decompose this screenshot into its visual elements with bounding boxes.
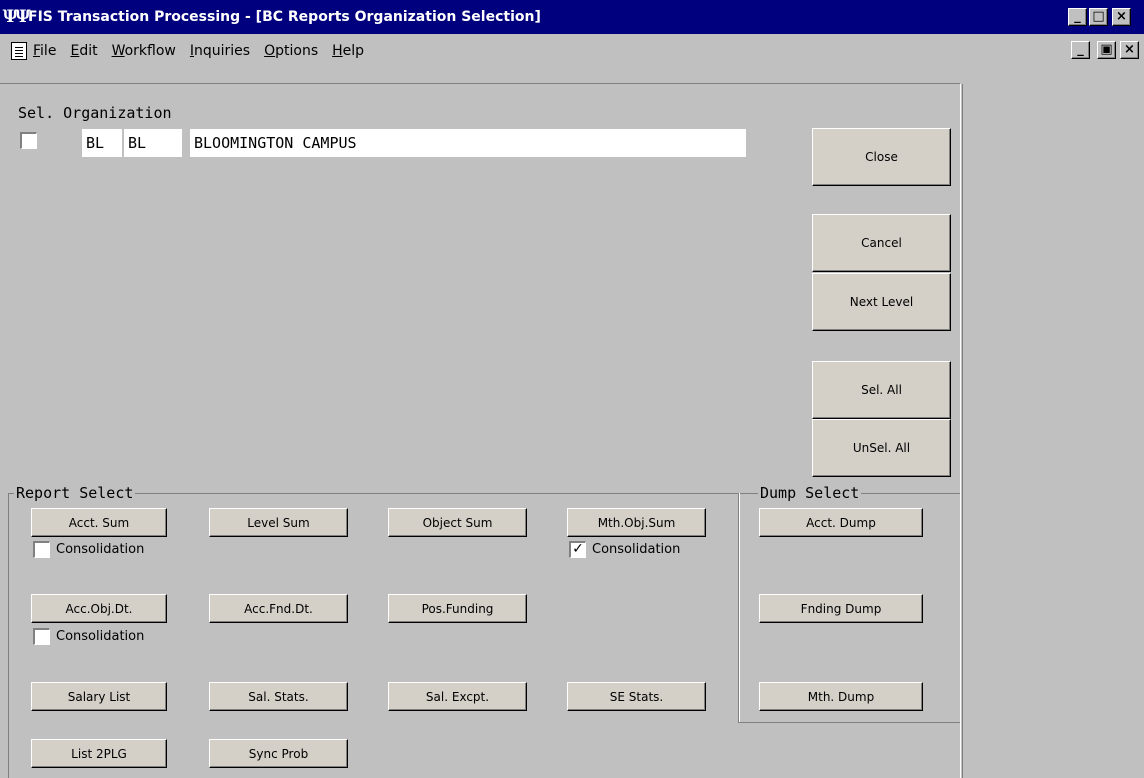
mth-obj-sum-consolidation[interactable]: ✓ Consolidation [569, 541, 680, 558]
mth-obj-sum-consolidation-checkbox[interactable]: ✓ [569, 541, 586, 558]
object-sum-button[interactable]: Object Sum [388, 508, 527, 537]
menu-workflow-mnemonic: W [111, 43, 125, 59]
organization-column-header: Sel. Organization [18, 104, 172, 122]
maximize-button[interactable]: □ [1089, 8, 1108, 26]
menu-workflow[interactable]: Workflow [112, 43, 176, 59]
menu-help-mnemonic: H [332, 43, 343, 59]
mdi-minimize-button[interactable]: _ [1071, 41, 1090, 59]
acct-sum-consolidation-label: Consolidation [56, 542, 145, 557]
salary-list-button[interactable]: Salary List [31, 682, 167, 711]
menu-edit-label: dit [79, 43, 98, 59]
menu-options[interactable]: Options [264, 43, 318, 59]
app-logo-icon[interactable]: ΨΨ [2, 7, 30, 27]
acc-obj-dt-consolidation-checkbox[interactable] [33, 628, 50, 645]
menu-inquiries-label: nquiries [194, 43, 251, 59]
org-chart-code: BL [82, 129, 122, 157]
menu-edit[interactable]: Edit [70, 43, 97, 59]
acct-sum-button[interactable]: Acct. Sum [31, 508, 167, 537]
dump-select-left-highlight [739, 493, 740, 723]
mth-dump-button[interactable]: Mth. Dump [759, 682, 923, 711]
acc-obj-dt-consolidation-label: Consolidation [56, 629, 145, 644]
org-name: BLOOMINGTON CAMPUS [190, 129, 746, 157]
menu-file-mnemonic: F [33, 43, 41, 59]
acc-fnd-dt-button[interactable]: Acc.Fnd.Dt. [209, 594, 348, 623]
minimize-button[interactable]: _ [1068, 8, 1087, 26]
mdi-restore-button[interactable]: ▣ [1097, 41, 1116, 59]
org-select-checkbox[interactable] [20, 132, 37, 149]
mth-obj-sum-button[interactable]: Mth.Obj.Sum [567, 508, 706, 537]
acct-sum-consolidation-checkbox[interactable] [33, 541, 50, 558]
dump-select-label: Dump Select [758, 484, 862, 502]
acct-sum-consolidation[interactable]: Consolidation [33, 541, 144, 558]
menu-options-label: ptions [275, 43, 319, 59]
sync-prob-button[interactable]: Sync Prob [209, 739, 348, 768]
unselect-all-button[interactable]: UnSel. All [812, 419, 951, 477]
menu-file[interactable]: File [33, 43, 56, 59]
menu-inquiries[interactable]: Inquiries [190, 43, 250, 59]
list-2plg-button[interactable]: List 2PLG [31, 739, 167, 768]
report-select-left-border [8, 493, 9, 778]
mdi-close-button[interactable]: × [1120, 41, 1139, 59]
menu-options-mnemonic: O [264, 43, 276, 59]
se-stats-button[interactable]: SE Stats. [567, 682, 706, 711]
acc-obj-dt-button[interactable]: Acc.Obj.Dt. [31, 594, 167, 623]
title-bar: ΨΨ FIS Transaction Processing - [BC Repo… [0, 0, 1144, 34]
window-title: FIS Transaction Processing - [BC Reports… [28, 9, 541, 25]
close-window-button[interactable]: × [1112, 8, 1131, 26]
sal-stats-button[interactable]: Sal. Stats. [209, 682, 348, 711]
menu-file-label: ile [40, 43, 57, 59]
close-button[interactable]: Close [812, 128, 951, 186]
acct-dump-button[interactable]: Acct. Dump [759, 508, 923, 537]
org-code: BL [124, 129, 182, 157]
menu-workflow-label: orkflow [124, 43, 176, 59]
pos-funding-button[interactable]: Pos.Funding [388, 594, 527, 623]
acc-obj-dt-consolidation[interactable]: Consolidation [33, 628, 144, 645]
dump-select-bottom-border [738, 722, 960, 723]
report-select-label: Report Select [14, 484, 136, 502]
mth-obj-sum-consolidation-label: Consolidation [592, 542, 681, 557]
level-sum-button[interactable]: Level Sum [209, 508, 348, 537]
document-icon[interactable] [11, 42, 27, 60]
fnding-dump-button[interactable]: Fnding Dump [759, 594, 923, 623]
select-all-button[interactable]: Sel. All [812, 361, 951, 419]
menu-help[interactable]: Help [332, 43, 364, 59]
menu-help-label: elp [342, 43, 365, 59]
next-level-button[interactable]: Next Level [812, 273, 951, 331]
sal-excpt-button[interactable]: Sal. Excpt. [388, 682, 527, 711]
menu-bar: File Edit Workflow Inquiries Options Hel… [0, 36, 1144, 66]
cancel-button[interactable]: Cancel [812, 214, 951, 272]
menu-edit-mnemonic: E [70, 43, 80, 59]
